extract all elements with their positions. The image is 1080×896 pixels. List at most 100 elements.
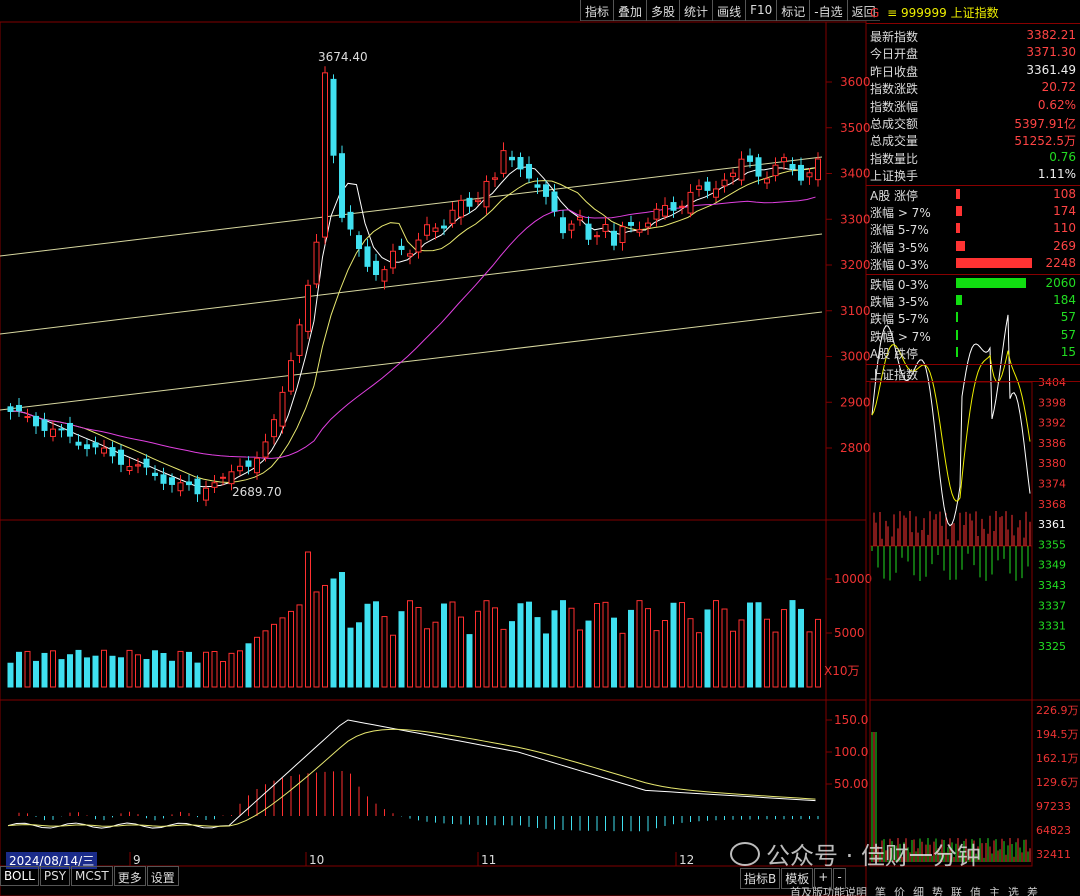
candle-body	[577, 216, 583, 221]
volume-bar	[449, 601, 456, 688]
quote-row-8: 上证换手 1.11%	[866, 166, 1080, 183]
candle-body	[169, 477, 175, 485]
status-tab-1[interactable]: 笔	[871, 884, 890, 896]
indicator-tab-0[interactable]: BOLL	[0, 866, 39, 886]
status-tab-9[interactable]: 差	[1023, 884, 1042, 896]
ma-line-30	[7, 196, 816, 459]
toolbar-button-1[interactable]: 叠加	[613, 0, 646, 21]
status-tab-7[interactable]: 主	[985, 884, 1004, 896]
toolbar-button-5[interactable]: F10	[745, 0, 776, 21]
candle-body	[696, 185, 702, 190]
status-tab-4[interactable]: 势	[928, 884, 947, 896]
volume-bar	[220, 661, 226, 688]
candle-body	[534, 184, 541, 188]
candle-body	[118, 449, 124, 465]
status-tab-3[interactable]: 细	[909, 884, 928, 896]
candle-body	[398, 245, 405, 250]
up-row-3-bar	[956, 240, 966, 251]
volume-bar	[347, 627, 354, 688]
wechat-icon	[730, 841, 760, 866]
volume-bar	[330, 578, 337, 688]
candle-body	[594, 235, 600, 238]
volume-bar	[237, 650, 243, 688]
candle-body	[228, 471, 235, 485]
toolbar-button-4[interactable]: 画线	[712, 0, 745, 21]
candle-body	[356, 235, 362, 250]
volume-bar	[177, 650, 184, 688]
down-row-4-label: A股 跌停	[870, 347, 919, 362]
candle-body	[424, 224, 430, 236]
candle-body	[747, 155, 753, 162]
candle-body	[679, 205, 685, 208]
volume-bar	[101, 649, 107, 688]
volume-bar	[228, 652, 235, 688]
candle-body	[764, 178, 770, 184]
quote-row-0-label: 最新指数	[870, 30, 919, 44]
candle-body	[313, 241, 320, 285]
status-tab-0[interactable]: 首及版功能说明	[786, 884, 871, 896]
candle-body	[7, 406, 14, 412]
toolbar-button-2[interactable]: 多股	[646, 0, 679, 21]
indicator-tab-2[interactable]: MCST	[71, 866, 113, 886]
volume-bar	[670, 602, 677, 688]
volume-bar	[466, 634, 473, 688]
volume-bar	[186, 651, 192, 688]
quote-row-5-label: 总成交额	[870, 117, 919, 131]
volume-bar	[203, 651, 209, 688]
candle-body	[381, 269, 388, 282]
trend-line-upper	[0, 156, 823, 257]
volume-bar	[747, 602, 753, 688]
candle-body	[126, 466, 133, 472]
volume-bar	[152, 650, 158, 688]
toolbar-button-7[interactable]: -自选	[809, 0, 846, 21]
toolbar-button-0[interactable]: 指标	[580, 0, 613, 21]
candle-body	[177, 482, 184, 492]
month-label-3: 12	[679, 853, 694, 867]
down-row-4: A股 跌停 15	[866, 344, 1080, 361]
volume-bar	[721, 608, 728, 688]
candle-body	[67, 422, 73, 437]
up-row-1-label: 涨幅 > 7%	[870, 206, 931, 220]
quote-row-2: 昨日收盘 3361.49	[866, 62, 1080, 79]
up-row-4-value: 2248	[1045, 256, 1076, 271]
toolbar-button-3[interactable]: 统计	[679, 0, 712, 21]
status-tab-5[interactable]: 联	[947, 884, 966, 896]
down-row-1-value: 184	[1053, 293, 1076, 307]
quote-row-3-value: 20.72	[1041, 80, 1076, 95]
volume-bar	[441, 603, 447, 688]
candle-body	[322, 72, 328, 238]
right-panel: G ≡ 999999 上证指数 最新指数 3382.21 今日开盘 3371.30 昨日…	[866, 0, 1080, 896]
down-row-0-value: 2060	[1045, 275, 1076, 290]
candle-body	[781, 157, 787, 163]
volume-bar	[730, 630, 736, 688]
candle-body	[262, 441, 269, 458]
indicator-tab-3[interactable]: 更多	[113, 866, 146, 886]
top-toolbar: 指标 叠加 多股 统计 画线 F10 标记 -自选 返回	[580, 0, 880, 21]
candle-body	[254, 457, 260, 474]
month-label-0: 9	[133, 853, 141, 867]
volume-bar	[798, 608, 804, 688]
candle-body	[84, 444, 90, 450]
volume-bar	[288, 610, 294, 688]
low-label: 2689.70	[232, 485, 282, 499]
status-tab-2[interactable]: 价	[890, 884, 909, 896]
stock-name: 上证指数	[950, 6, 999, 20]
status-tab-6[interactable]: 值	[966, 884, 985, 896]
volume-bar	[16, 651, 22, 688]
ma-line-10	[7, 167, 816, 483]
toolbar-button-6[interactable]: 标记	[776, 0, 809, 21]
status-tab-8[interactable]: 选	[1004, 884, 1023, 896]
volume-bar	[679, 602, 685, 688]
quote-row-0-value: 3382.21	[1026, 28, 1076, 42]
indicator-tab-4[interactable]: 设置	[146, 866, 179, 886]
candle-body	[407, 253, 413, 257]
volume-bar	[611, 617, 617, 688]
candle-body	[160, 474, 167, 484]
volume-bar	[687, 618, 694, 688]
volume-bar	[67, 654, 73, 688]
candle-body	[509, 156, 515, 161]
volume-bar	[432, 621, 439, 688]
indicator-tab-1[interactable]: PSY	[39, 866, 71, 886]
volume-bar	[305, 551, 311, 688]
template-tab-0[interactable]: 指标B	[740, 868, 781, 889]
